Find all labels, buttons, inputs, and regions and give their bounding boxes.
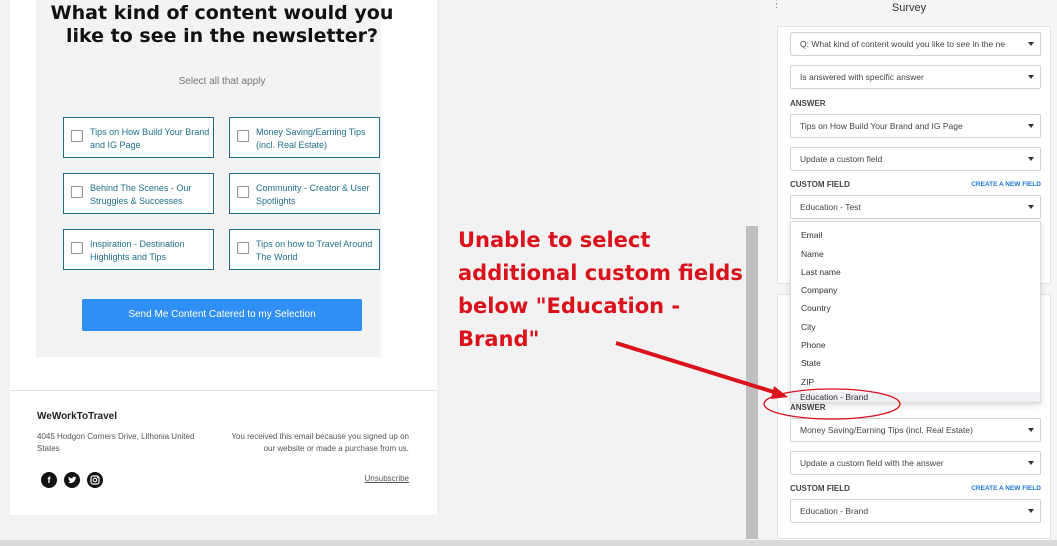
annotation-overlay: [615, 341, 901, 420]
annotation-arrow: [615, 341, 781, 396]
horizontal-scrollbar[interactable]: [0, 540, 1057, 546]
annotation-circle: [763, 388, 901, 420]
